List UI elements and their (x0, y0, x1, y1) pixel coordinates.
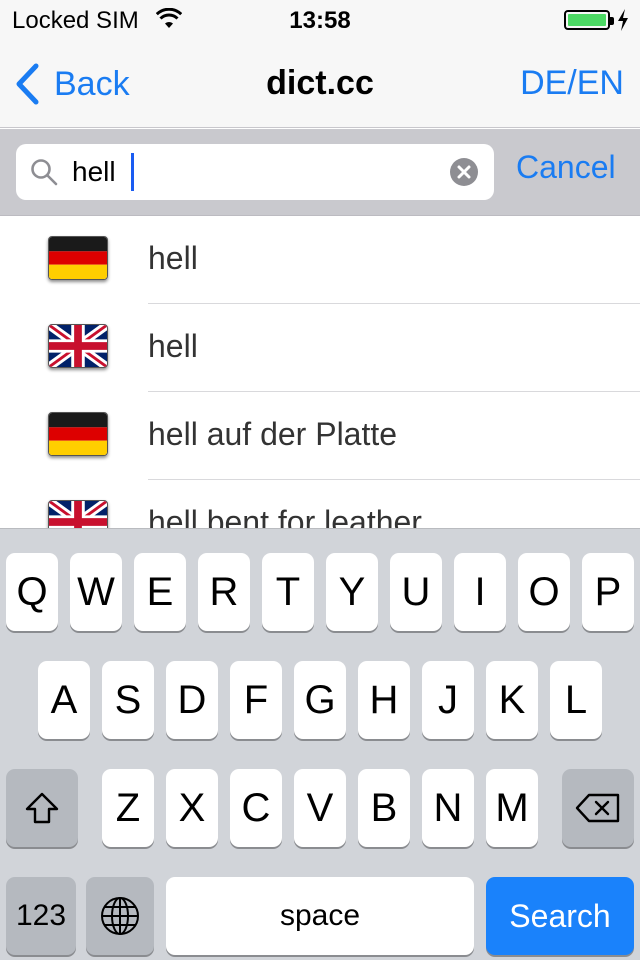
shift-key[interactable] (6, 769, 78, 847)
key-t[interactable]: T (262, 553, 314, 631)
key-i[interactable]: I (454, 553, 506, 631)
clear-search-button[interactable] (450, 158, 478, 186)
key-y[interactable]: Y (326, 553, 378, 631)
charging-bolt-icon (618, 9, 628, 31)
list-item[interactable]: hell auf der Platte (0, 392, 640, 480)
list-item[interactable]: hell bent for leather (0, 480, 640, 528)
result-text: hell bent for leather (148, 504, 422, 528)
key-e[interactable]: E (134, 553, 186, 631)
navigation-bar: Back dict.cc DE/EN (0, 40, 640, 128)
globe-key[interactable] (86, 877, 154, 955)
text-cursor (131, 153, 134, 191)
clock: 13:58 (289, 7, 351, 34)
key-x[interactable]: X (166, 769, 218, 847)
key-g[interactable]: G (294, 661, 346, 739)
globe-icon (101, 897, 139, 935)
key-p[interactable]: P (582, 553, 634, 631)
language-pair-button[interactable]: DE/EN (520, 64, 624, 103)
key-a[interactable]: A (38, 661, 90, 739)
keyboard: Q W E R T Y U I O P A S D F G H J K L Z … (0, 528, 640, 960)
german-flag-icon (48, 412, 108, 456)
battery-icon (564, 10, 614, 30)
search-key[interactable]: Search (486, 877, 634, 955)
key-z[interactable]: Z (102, 769, 154, 847)
numbers-key[interactable]: 123 (6, 877, 76, 955)
key-u[interactable]: U (390, 553, 442, 631)
key-r[interactable]: R (198, 553, 250, 631)
search-bar: Cancel (0, 129, 640, 216)
key-o[interactable]: O (518, 553, 570, 631)
german-flag-icon (48, 236, 108, 280)
clear-icon (457, 165, 471, 179)
space-key[interactable]: space (166, 877, 474, 955)
key-j[interactable]: J (422, 661, 474, 739)
key-w[interactable]: W (70, 553, 122, 631)
uk-flag-icon (48, 324, 108, 368)
delete-key[interactable] (562, 769, 634, 847)
results-list: hell hell hell auf der Platte hell bent … (0, 216, 640, 528)
magnifier-icon (31, 159, 58, 186)
key-h[interactable]: H (358, 661, 410, 739)
result-text: hell auf der Platte (148, 416, 398, 452)
search-input[interactable] (72, 152, 452, 192)
search-field[interactable] (16, 144, 494, 200)
key-l[interactable]: L (550, 661, 602, 739)
key-f[interactable]: F (230, 661, 282, 739)
cancel-button[interactable]: Cancel (516, 149, 616, 186)
result-text: hell (148, 240, 198, 276)
key-b[interactable]: B (358, 769, 410, 847)
key-q[interactable]: Q (6, 553, 58, 631)
delete-icon (575, 793, 620, 823)
uk-flag-icon (48, 500, 108, 528)
key-m[interactable]: M (486, 769, 538, 847)
status-bar: Locked SIM 13:58 (0, 0, 640, 40)
list-item[interactable]: hell (0, 304, 640, 392)
key-n[interactable]: N (422, 769, 474, 847)
key-k[interactable]: K (486, 661, 538, 739)
shift-icon (25, 792, 59, 824)
result-text: hell (148, 328, 198, 364)
list-item[interactable]: hell (0, 216, 640, 304)
key-s[interactable]: S (102, 661, 154, 739)
key-c[interactable]: C (230, 769, 282, 847)
key-d[interactable]: D (166, 661, 218, 739)
key-v[interactable]: V (294, 769, 346, 847)
